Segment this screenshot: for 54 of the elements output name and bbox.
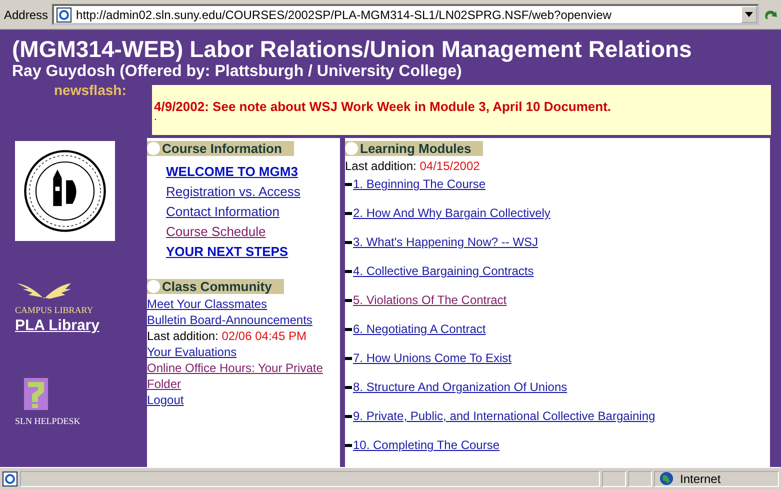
dropdown-button[interactable] <box>741 6 757 23</box>
instructor-line: Ray Guydosh (Offered by: Plattsburgh / University College) <box>12 62 463 81</box>
module-link[interactable]: 10. Completing The Course <box>353 437 500 453</box>
community-link[interactable]: Meet Your Classmates <box>147 296 340 312</box>
course-link[interactable]: YOUR NEXT STEPS <box>166 243 340 260</box>
section-heading: Course Information <box>162 141 282 156</box>
module-link[interactable]: 4. Collective Bargaining Contracts <box>353 263 534 279</box>
community-link[interactable]: Bulletin Board-Announcements <box>147 312 340 328</box>
bullet-icon <box>345 270 352 272</box>
section-heading: Class Community <box>162 279 272 294</box>
zone-label: Internet <box>680 472 721 486</box>
community-link[interactable]: Logout <box>147 392 340 408</box>
page-icon <box>56 6 72 22</box>
community-link[interactable]: Online Office Hours: Your Private Folder <box>147 360 340 392</box>
bullet-icon <box>345 356 352 360</box>
newsflash-dot: . <box>154 114 158 122</box>
last-addition-date: 02/06 04:45 PM <box>222 329 306 343</box>
module-link[interactable]: 2. How And Why Bargain Collectively <box>353 205 550 221</box>
community-link[interactable]: Your Evaluations <box>147 344 340 360</box>
course-link[interactable]: Course Schedule <box>166 223 340 240</box>
course-link[interactable]: Registration vs. Access <box>166 183 340 200</box>
module-link[interactable]: 8. Structure And Organization Of Unions <box>353 379 568 395</box>
bullet-icon <box>345 298 352 302</box>
last-addition-date: 04/15/2002 <box>420 159 480 173</box>
last-addition-label: Last addition: <box>345 159 416 173</box>
library-caption: CAMPUS LIBRARY <box>15 305 94 315</box>
caret-icon <box>745 12 753 17</box>
status-panel <box>602 470 626 486</box>
course-link[interactable]: WELCOME TO MGM3 <box>166 163 340 180</box>
module-link[interactable]: 6. Negotiating A Contract <box>353 321 486 337</box>
address-field[interactable]: http://admin02.sln.suny.edu/COURSES/2002SP/PLA-MGM314-SL1/LN02SPRG.NSF/web?openview <box>52 4 759 25</box>
bullet-icon <box>345 182 352 186</box>
course-link[interactable]: Contact Information <box>166 203 340 220</box>
section-heading: Learning Modules <box>360 141 472 156</box>
newsflash-message: 4/9/2002: See note about WSJ Work Week in Module 3, April 10 Document. <box>154 98 612 114</box>
module-link[interactable]: 9. Private, Public, and International Collective Bargaining <box>353 408 656 424</box>
course-title: (MGM314-WEB) Labor Relations/Union Management Relations <box>12 36 693 62</box>
helpdesk-caption: SLN HELPDESK <box>15 416 80 426</box>
module-link[interactable]: 3. What's Happening Now? -- WSJ <box>353 234 538 250</box>
status-panel <box>628 470 652 486</box>
last-addition-label: Last addition: <box>147 329 218 343</box>
module-link[interactable]: 5. Violations Of The Contract <box>353 292 507 308</box>
bullet-icon <box>345 212 352 214</box>
bullet-icon <box>345 414 352 418</box>
bullet-icon <box>345 444 352 446</box>
bullet-icon <box>345 328 352 330</box>
bullet-icon <box>345 240 352 244</box>
newsflash-label: newsflash: <box>53 82 128 98</box>
module-link[interactable]: 1. Beginning The Course <box>353 176 486 192</box>
globe-icon <box>659 471 674 486</box>
bullet-icon <box>345 386 352 388</box>
address-label: Address <box>4 8 48 22</box>
library-link[interactable]: PLA Library <box>15 317 100 334</box>
module-link[interactable]: 7. How Unions Come To Exist <box>353 350 512 366</box>
